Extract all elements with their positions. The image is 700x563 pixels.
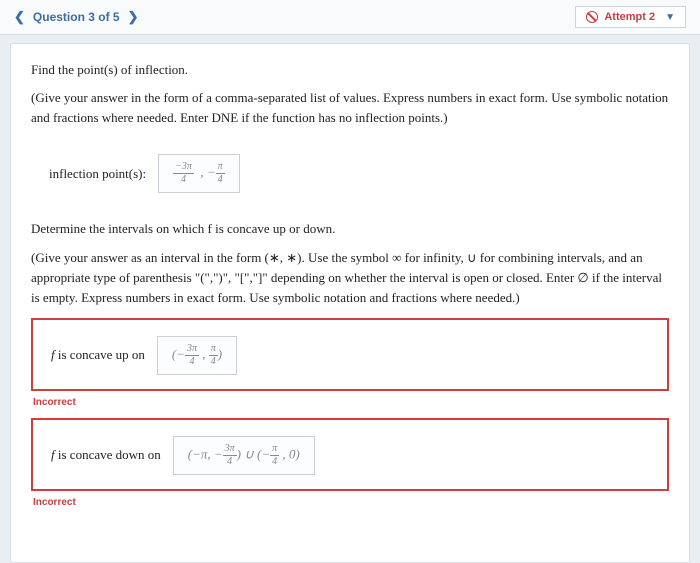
concave-down-status: Incorrect xyxy=(33,497,669,508)
inflection-prompt: Find the point(s) of inflection. xyxy=(31,60,669,80)
ban-icon xyxy=(586,11,598,23)
inflection-label: inflection point(s): xyxy=(49,166,146,182)
concave-down-box: f is concave down on (−π, −3π4) ∪ (−π4 ,… xyxy=(31,418,669,491)
question-card: Find the point(s) of inflection. (Give y… xyxy=(10,43,690,563)
concave-up-label: f is concave up on xyxy=(51,347,145,363)
next-question-chevron[interactable]: ❯ xyxy=(128,9,139,25)
concavity-hint: (Give your answer as an interval in the … xyxy=(31,248,669,308)
attempt-label: Attempt 2 xyxy=(604,11,655,23)
inflection-answer-row: inflection point(s): −3π4 , −π4 xyxy=(49,154,669,193)
chevron-down-icon: ▼ xyxy=(665,12,675,23)
concave-up-box: f is concave up on (−3π4 , π4) xyxy=(31,318,669,391)
question-nav: ❮ Question 3 of 5 ❯ xyxy=(14,9,139,25)
concave-up-input[interactable]: (−3π4 , π4) xyxy=(157,336,237,375)
concavity-prompt: Determine the intervals on which f is co… xyxy=(31,219,669,239)
concave-down-input[interactable]: (−π, −3π4) ∪ (−π4 , 0) xyxy=(173,436,315,475)
concave-down-row: f is concave down on (−π, −3π4) ∪ (−π4 ,… xyxy=(51,436,653,475)
inflection-input[interactable]: −3π4 , −π4 xyxy=(158,154,240,193)
concave-up-row: f is concave up on (−3π4 , π4) xyxy=(51,336,653,375)
prev-question-chevron[interactable]: ❮ xyxy=(14,9,25,25)
concave-up-status: Incorrect xyxy=(33,397,669,408)
top-bar: ❮ Question 3 of 5 ❯ Attempt 2 ▼ xyxy=(0,0,700,35)
inflection-hint: (Give your answer in the form of a comma… xyxy=(31,88,669,128)
concave-down-label: f is concave down on xyxy=(51,447,161,463)
question-counter: Question 3 of 5 xyxy=(33,10,120,24)
attempt-dropdown[interactable]: Attempt 2 ▼ xyxy=(575,6,686,28)
